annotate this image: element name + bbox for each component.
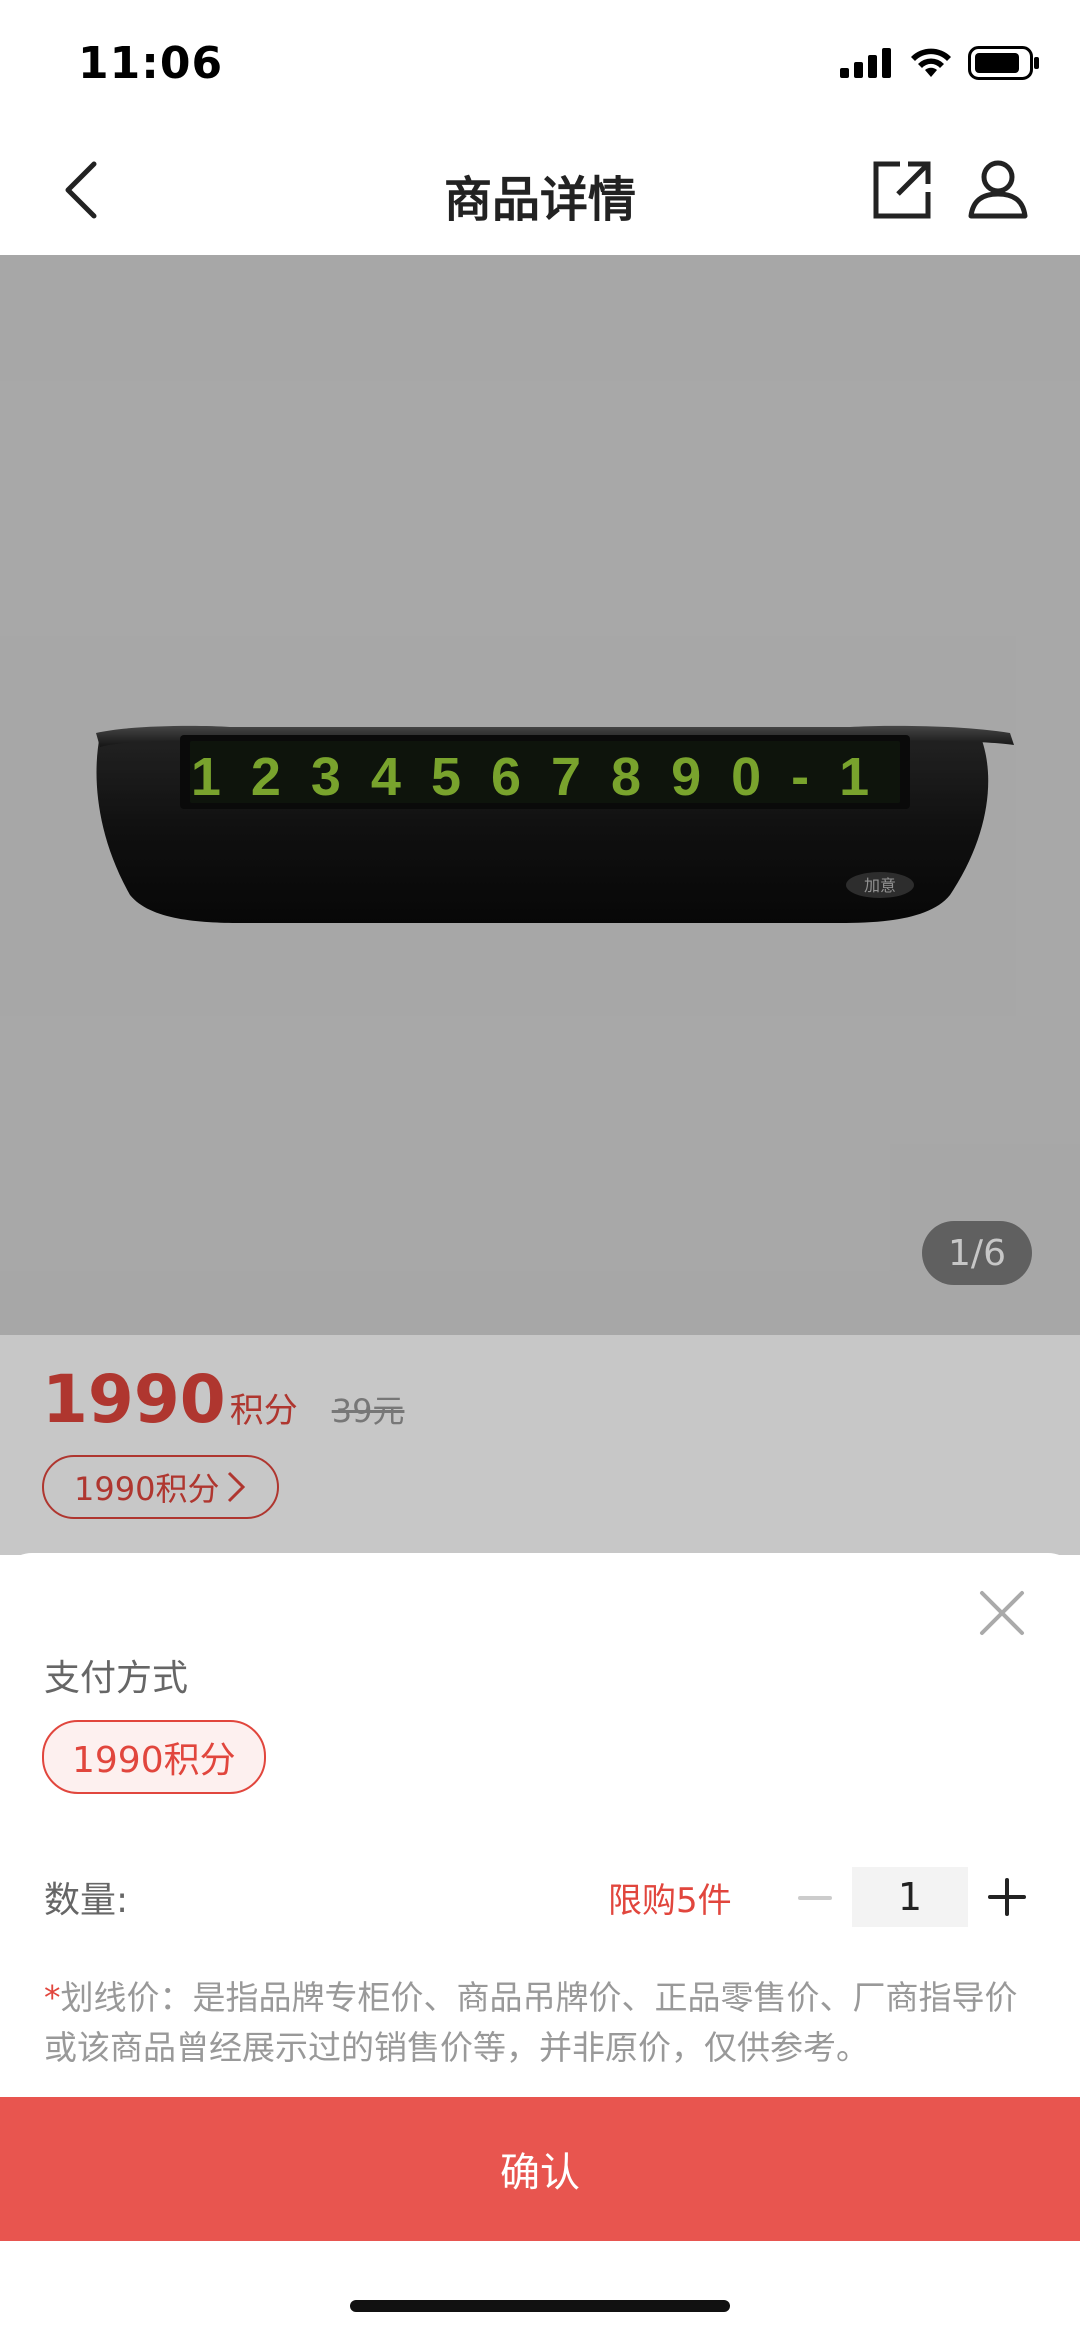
- payment-method-label: 支付方式: [44, 1658, 189, 1699]
- status-time: 11:06: [78, 38, 224, 89]
- user-icon[interactable]: [965, 156, 1031, 222]
- battery-icon: [968, 46, 1039, 80]
- signal-icon: [840, 48, 891, 78]
- disclaimer-star: *: [44, 1978, 61, 2017]
- purchase-limit-text: 限购5件: [608, 1881, 732, 1921]
- status-bar: 11:06: [0, 0, 1080, 130]
- share-icon[interactable]: [870, 156, 936, 222]
- disclaimer-text: 划线价：是指品牌专柜价、商品吊牌价、正品零售价、厂商指导价或该商品曾经展示过的销…: [44, 1978, 1018, 2067]
- minus-icon: [798, 1896, 832, 1900]
- confirm-button[interactable]: 确认: [0, 2097, 1080, 2241]
- home-indicator: [350, 2300, 730, 2312]
- quantity-increase-button[interactable]: [982, 1865, 1032, 1929]
- plus-icon: [988, 1878, 1026, 1916]
- status-icons: [840, 46, 1040, 80]
- wifi-icon: [911, 48, 951, 77]
- quantity-decrease-button[interactable]: [790, 1853, 840, 1943]
- modal-overlay[interactable]: [0, 255, 1080, 1555]
- quantity-label: 数量:: [44, 1880, 129, 1921]
- nav-bar: 商品详情: [0, 130, 1080, 256]
- close-icon[interactable]: [976, 1587, 1028, 1639]
- price-disclaimer: *划线价：是指品牌专柜价、商品吊牌价、正品零售价、厂商指导价或该商品曾经展示过的…: [44, 1973, 1034, 2073]
- quantity-input[interactable]: 1: [852, 1867, 968, 1927]
- payment-option-points[interactable]: 1990积分: [42, 1720, 266, 1794]
